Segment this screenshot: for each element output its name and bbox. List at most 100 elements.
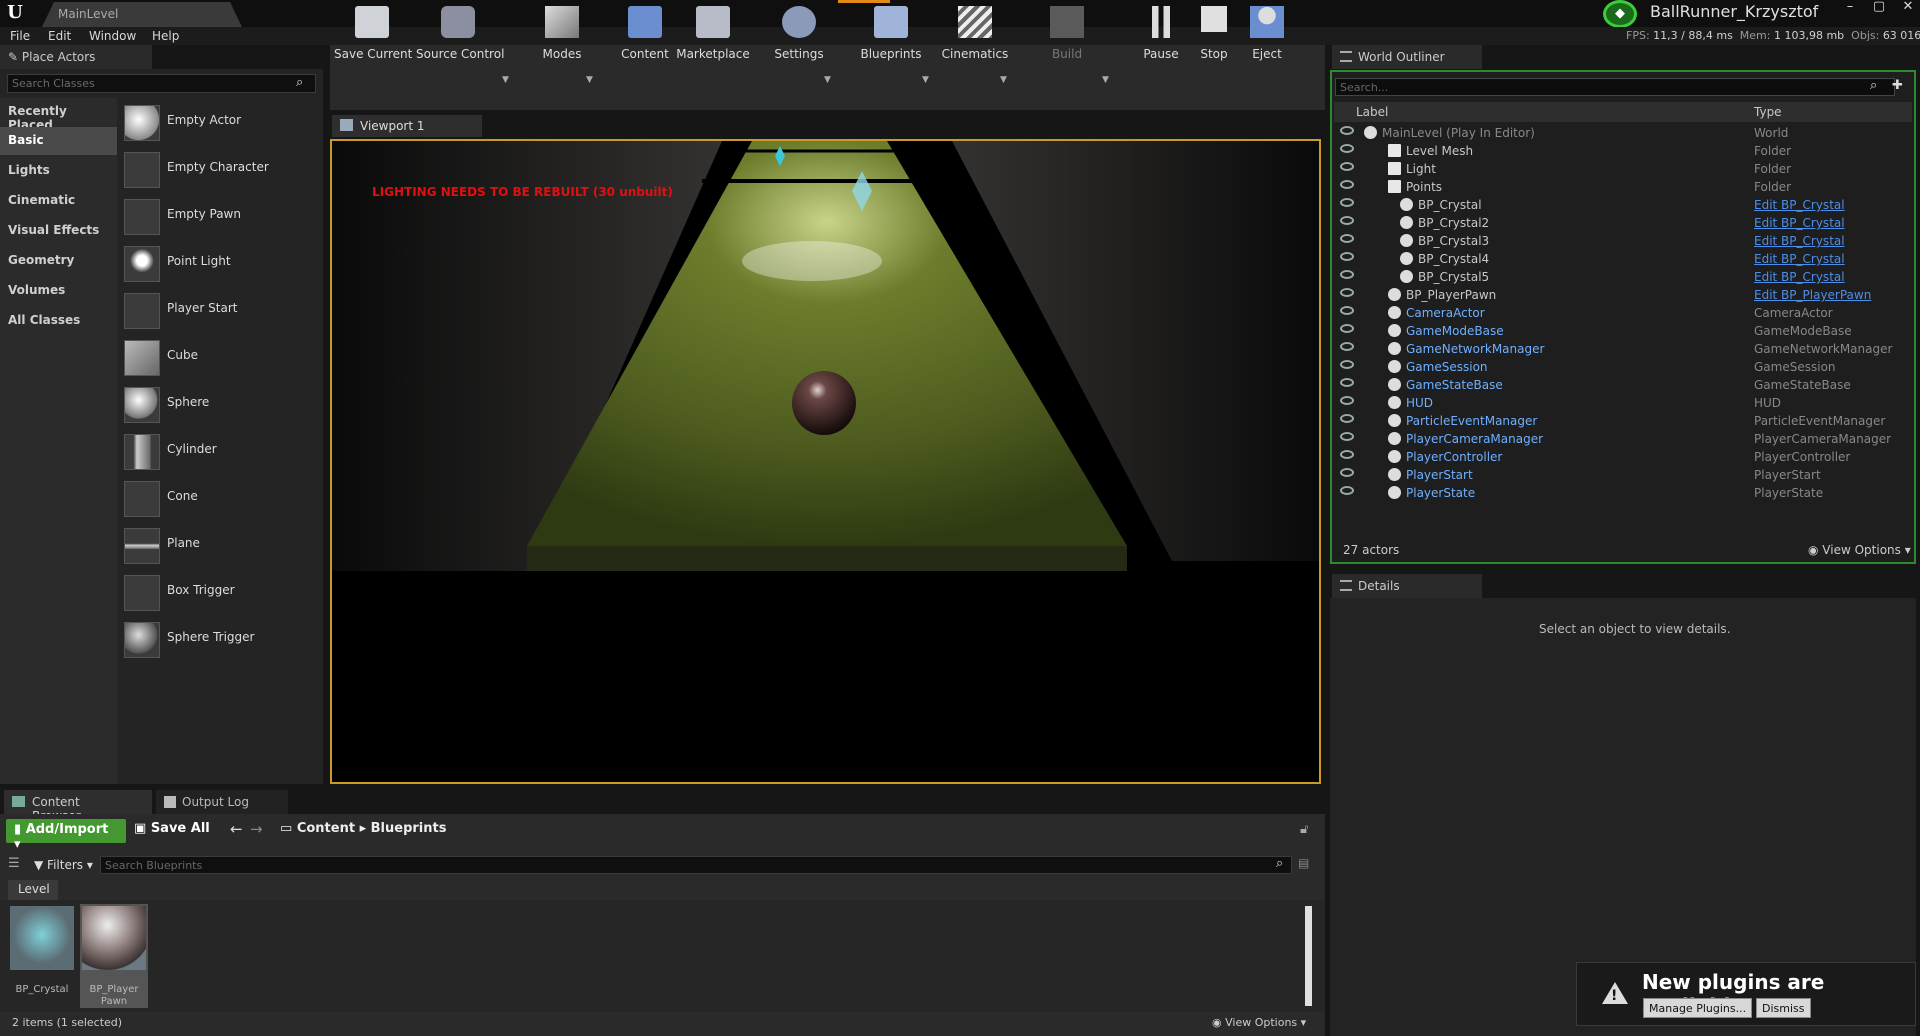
chevron-down-icon[interactable]: ▼ — [502, 75, 509, 85]
level-tab[interactable]: MainLevel — [42, 2, 242, 27]
search-classes-input[interactable]: Search Classes — [7, 74, 316, 93]
visibility-eye-icon[interactable] — [1340, 396, 1354, 405]
visibility-eye-icon[interactable] — [1340, 486, 1354, 495]
outliner-row[interactable]: HUD HUD — [1334, 394, 1912, 412]
menu-help[interactable]: Help — [152, 29, 179, 43]
category-recently-placed[interactable]: Recently Placed — [0, 98, 117, 132]
category-volumes[interactable]: Volumes — [0, 277, 117, 305]
category-basic[interactable]: Basic — [0, 127, 117, 155]
unreal-logo-icon[interactable]: U — [4, 2, 26, 24]
menu-window[interactable]: Window — [89, 29, 136, 43]
outliner-row[interactable]: Light Folder — [1334, 160, 1912, 178]
settings-button[interactable]: Settings — [768, 0, 830, 65]
asset-scrollbar[interactable] — [1305, 906, 1312, 1006]
crumb-content[interactable]: Content — [297, 821, 355, 836]
outliner-row[interactable]: PlayerController PlayerController — [1334, 448, 1912, 466]
outliner-row[interactable]: ParticleEventManager ParticleEventManager — [1334, 412, 1912, 430]
place-actors-tab[interactable]: ✎ Place Actors — [0, 45, 152, 69]
actor-player-start[interactable]: Player Start — [122, 289, 312, 333]
col-label[interactable]: Label — [1356, 105, 1388, 119]
modes-button[interactable]: Modes — [532, 0, 592, 65]
search-icon[interactable]: ⌕ — [296, 75, 303, 90]
outliner-row[interactable]: BP_Crystal Edit BP_Crystal — [1334, 196, 1912, 214]
source-control-button[interactable]: Source Control — [416, 0, 504, 65]
back-arrow-icon[interactable]: ← — [230, 820, 243, 838]
visibility-eye-icon[interactable] — [1340, 414, 1354, 423]
menu-file[interactable]: File — [10, 29, 30, 43]
save-search-icon[interactable]: ▤ — [1298, 856, 1309, 870]
outliner-row[interactable]: GameStateBase GameStateBase — [1334, 376, 1912, 394]
outliner-row[interactable]: Level Mesh Folder — [1334, 142, 1912, 160]
visibility-eye-icon[interactable] — [1340, 468, 1354, 477]
close-window-button[interactable]: ✕ — [1894, 0, 1920, 16]
category-all-classes[interactable]: All Classes — [0, 307, 117, 335]
viewport-scene[interactable]: LIGHTING NEEDS TO BE REBUILT (30 unbuilt… — [330, 139, 1321, 784]
visibility-eye-icon[interactable] — [1340, 360, 1354, 369]
outliner-view-options[interactable]: ◉ View Options ▾ — [1808, 543, 1911, 557]
visibility-eye-icon[interactable] — [1340, 306, 1354, 315]
actor-empty-pawn[interactable]: Empty Pawn — [122, 195, 312, 239]
asset-bp-player-pawn[interactable]: BP_Player Pawn — [80, 904, 148, 1008]
outliner-row[interactable]: BP_Crystal3 Edit BP_Crystal — [1334, 232, 1912, 250]
build-button[interactable]: Build — [1036, 0, 1098, 65]
stop-button[interactable]: Stop — [1190, 0, 1238, 65]
minimize-button[interactable]: – — [1836, 0, 1864, 16]
edit-blueprint-link[interactable]: Edit BP_Crystal — [1754, 216, 1845, 230]
outliner-row[interactable]: BP_Crystal5 Edit BP_Crystal — [1334, 268, 1912, 286]
actor-cone[interactable]: Cone — [122, 477, 312, 521]
manage-plugins-button[interactable]: Manage Plugins... — [1643, 998, 1753, 1018]
actor-box-trigger[interactable]: Box Trigger — [122, 571, 312, 615]
category-lights[interactable]: Lights — [0, 157, 117, 185]
outliner-row[interactable]: GameSession GameSession — [1334, 358, 1912, 376]
actor-empty-character[interactable]: Empty Character — [122, 148, 312, 192]
sources-toggle-icon[interactable]: ☰ — [8, 856, 20, 871]
forward-arrow-icon[interactable]: → — [250, 820, 263, 838]
category-geometry[interactable]: Geometry — [0, 247, 117, 275]
visibility-eye-icon[interactable] — [1340, 324, 1354, 333]
visibility-eye-icon[interactable] — [1340, 432, 1354, 441]
category-cinematic[interactable]: Cinematic — [0, 187, 117, 215]
world-outliner-tab[interactable]: World Outliner — [1332, 45, 1482, 69]
visibility-eye-icon[interactable] — [1340, 270, 1354, 279]
outliner-row[interactable]: PlayerStart PlayerStart — [1334, 466, 1912, 484]
visibility-eye-icon[interactable] — [1340, 198, 1354, 207]
outliner-row[interactable]: PlayerCameraManager PlayerCameraManager — [1334, 430, 1912, 448]
visibility-eye-icon[interactable] — [1340, 450, 1354, 459]
outliner-row[interactable]: PlayerState PlayerState — [1334, 484, 1912, 502]
visibility-eye-icon[interactable] — [1340, 288, 1354, 297]
actor-cylinder[interactable]: Cylinder — [122, 430, 312, 474]
save-current-button[interactable]: Save Current — [334, 0, 412, 65]
visibility-eye-icon[interactable] — [1340, 234, 1354, 243]
lock-icon[interactable]: 🔓︎ — [1300, 822, 1308, 837]
search-icon[interactable]: ⌕ — [1870, 78, 1877, 93]
visibility-eye-icon[interactable] — [1340, 216, 1354, 225]
cinematics-button[interactable]: Cinematics — [940, 0, 1010, 65]
outliner-row[interactable]: BP_Crystal2 Edit BP_Crystal — [1334, 214, 1912, 232]
outliner-row[interactable]: BP_Crystal4 Edit BP_Crystal — [1334, 250, 1912, 268]
visibility-eye-icon[interactable] — [1340, 126, 1354, 135]
edit-blueprint-link[interactable]: Edit BP_Crystal — [1754, 198, 1845, 212]
visibility-eye-icon[interactable] — [1340, 162, 1354, 171]
edit-blueprint-link[interactable]: Edit BP_Crystal — [1754, 234, 1845, 248]
col-type[interactable]: Type — [1754, 105, 1782, 119]
filters-button[interactable]: ▼ Filters ▾ — [34, 858, 93, 872]
crumb-blueprints[interactable]: Blueprints — [371, 821, 447, 836]
maximize-button[interactable]: ▢ — [1865, 0, 1893, 16]
output-log-tab[interactable]: Output Log — [156, 790, 288, 814]
visibility-eye-icon[interactable] — [1340, 252, 1354, 261]
category-visual-effects[interactable]: Visual Effects — [0, 217, 117, 245]
save-all-button[interactable]: ▣ Save All — [134, 821, 210, 836]
outliner-row[interactable]: Points Folder — [1334, 178, 1912, 196]
pause-button[interactable]: Pause — [1130, 0, 1192, 65]
edit-blueprint-link[interactable]: Edit BP_PlayerPawn — [1754, 288, 1871, 302]
content-view-options[interactable]: ◉ View Options ▾ — [1212, 1016, 1306, 1029]
chevron-down-icon[interactable]: ▼ — [824, 75, 831, 85]
visibility-eye-icon[interactable] — [1340, 180, 1354, 189]
outliner-row[interactable]: BP_PlayerPawn Edit BP_PlayerPawn — [1334, 286, 1912, 304]
blueprints-button[interactable]: Blueprints — [856, 0, 926, 65]
asset-bp-crystal[interactable]: BP_Crystal — [8, 904, 76, 1008]
chevron-down-icon[interactable]: ▼ — [586, 75, 593, 85]
level-filter-chip[interactable]: Level — [8, 880, 58, 900]
chevron-down-icon[interactable]: ▼ — [1000, 75, 1007, 85]
chevron-down-icon[interactable]: ▼ — [922, 75, 929, 85]
